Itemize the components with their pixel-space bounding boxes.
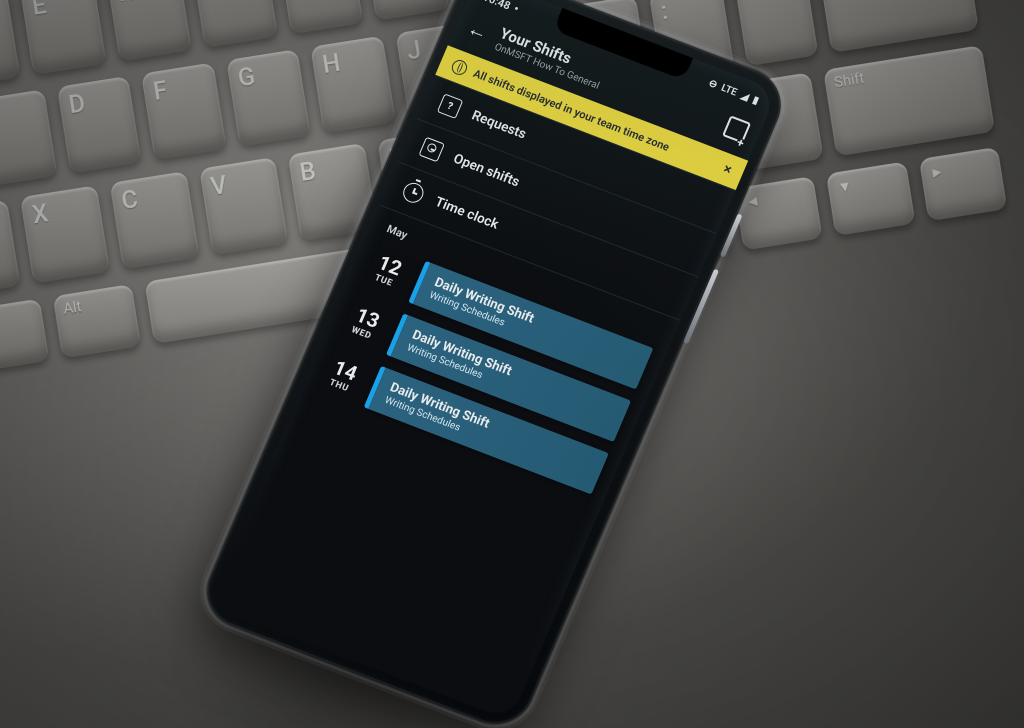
banner-close-button[interactable]: × [721, 161, 734, 178]
menu-label: Requests [469, 107, 528, 142]
keyboard-key: W [0, 0, 21, 88]
open-shifts-icon [418, 137, 444, 163]
keyboard-key: Shift [823, 45, 995, 156]
photo-scene: TabQWERTYUIOP{}|CapsASDFGHJKL:"EnterShif… [0, 0, 1024, 728]
keyboard-key: E [20, 0, 106, 75]
keyboard-key: C [110, 171, 200, 269]
keyboard-key: D [57, 76, 142, 174]
keyboard-key: Enter [818, 0, 979, 53]
calendar-add-icon[interactable] [722, 115, 751, 143]
menu-label: Time clock [433, 194, 501, 233]
keyboard-key: S [0, 89, 57, 187]
menu-label: Open shifts [451, 151, 522, 191]
keyboard-key: Z [0, 199, 21, 297]
keyboard-key: ⊞ [0, 299, 49, 373]
shift-date: 13WED [339, 295, 392, 350]
keyboard-key: V [199, 157, 289, 255]
network-label: LTE [720, 82, 739, 98]
do-not-disturb-icon: ⊖ [707, 77, 719, 90]
keyboard-key: ► [919, 147, 1008, 221]
keyboard-key: Alt [53, 284, 142, 358]
keyboard-key: F [142, 62, 227, 160]
globe-icon [450, 57, 470, 76]
keyboard-key: ▼ [826, 161, 915, 235]
shift-date: 14THU [317, 348, 370, 403]
keyboard-key: G [226, 49, 311, 147]
signal-icon: ◢ [739, 90, 750, 103]
time-clock-icon [400, 180, 426, 206]
shift-date: 12TUE [361, 243, 414, 298]
keyboard-key: Y [277, 0, 363, 34]
notification-icon: ▪ [513, 3, 521, 14]
keyboard-key: R [106, 0, 192, 61]
battery-icon: ▮ [751, 94, 760, 106]
keyboard-key: T [192, 0, 278, 48]
keyboard-key: X [21, 185, 111, 283]
keyboard-key: " [734, 0, 819, 66]
requests-icon [437, 93, 463, 119]
back-button[interactable]: ← [465, 17, 491, 43]
